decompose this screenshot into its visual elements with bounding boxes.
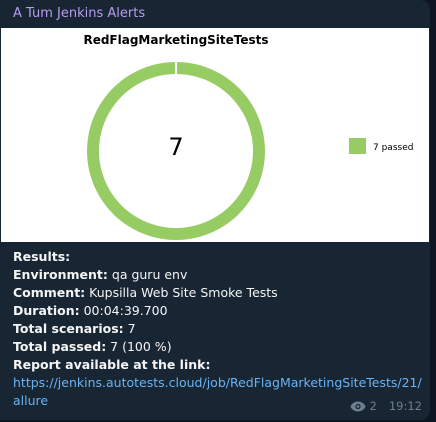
- environment-line: Environment: qa guru env: [13, 267, 188, 282]
- view-count: 2: [369, 399, 377, 413]
- legend-swatch: [349, 138, 366, 154]
- chart-image[interactable]: RedFlagMarketingSiteTests 7 7 passed: [1, 28, 429, 242]
- comment-line: Comment: Kupsilla Web Site Smoke Tests: [13, 285, 278, 300]
- total-scenarios-line: Total scenarios: 7: [13, 321, 136, 336]
- message-text: Results: Environment: qa guru env Commen…: [13, 248, 425, 410]
- chart-title: RedFlagMarketingSiteTests: [83, 33, 268, 47]
- total-passed-line: Total passed: 7 (100 %): [13, 339, 172, 354]
- donut-chart: RedFlagMarketingSiteTests 7 7 passed: [83, 33, 413, 240]
- legend-label: 7 passed: [373, 143, 413, 153]
- message-meta: 2 19:12: [349, 399, 422, 413]
- report-label: Report available at the link:: [13, 357, 211, 372]
- eye-icon: [349, 401, 366, 412]
- message-time: 19:12: [388, 399, 422, 413]
- duration-line: Duration: 00:04:39.700: [13, 303, 168, 318]
- chart-legend: 7 passed: [349, 138, 413, 154]
- sender-name[interactable]: A Tum Jenkins Alerts: [13, 6, 145, 21]
- message-bubble: A Tum Jenkins Alerts RedFlagMarketingSit…: [0, 0, 430, 420]
- results-heading: Results:: [13, 249, 71, 264]
- chart-center-value: 7: [168, 133, 183, 161]
